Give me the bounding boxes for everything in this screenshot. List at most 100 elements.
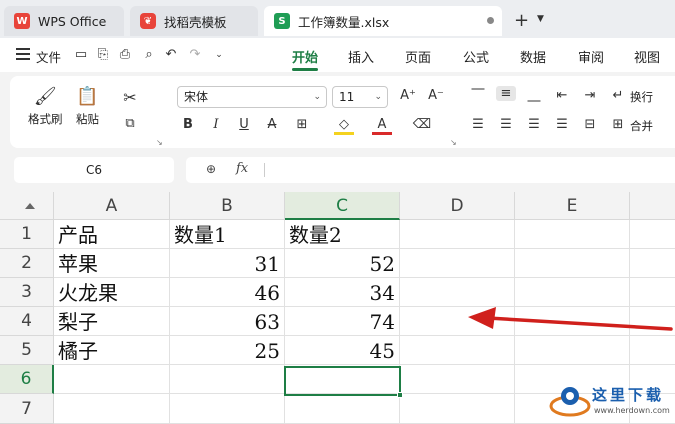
menu-item-review[interactable]: 审阅 xyxy=(578,47,604,66)
cell-e2[interactable] xyxy=(515,249,630,278)
fill-color-icon[interactable]: ◇ xyxy=(334,117,354,135)
tab-close-icon[interactable] xyxy=(487,17,494,24)
align-left-icon[interactable]: ☰ xyxy=(468,117,488,132)
format-painter-button[interactable]: 🖌 格式刷 xyxy=(28,86,63,127)
paste-button[interactable]: 📋 粘贴 xyxy=(76,86,99,127)
tab-daoke-templates[interactable]: ❦ 找稻壳模板 xyxy=(130,6,258,36)
column-header-c[interactable]: C xyxy=(285,192,400,220)
zoom-search-icon[interactable]: ⊕ xyxy=(206,162,216,176)
cell-d3[interactable] xyxy=(400,278,515,307)
print-icon[interactable]: ⎙ xyxy=(116,46,134,64)
tab-wps-office[interactable]: W WPS Office xyxy=(4,6,124,36)
cell-c5[interactable]: 45 xyxy=(285,336,400,365)
row-header-7[interactable]: 7 xyxy=(0,394,54,424)
cell-d1[interactable] xyxy=(400,220,515,249)
print-preview-icon[interactable]: ⌕ xyxy=(140,46,158,64)
column-header-e[interactable]: E xyxy=(515,192,630,220)
hamburger-menu-icon[interactable] xyxy=(16,48,30,60)
cell-b5[interactable]: 25 xyxy=(170,336,285,365)
copy-icon[interactable]: ⧉ xyxy=(120,116,140,131)
cell-c4[interactable]: 74 xyxy=(285,307,400,336)
cell-a3[interactable]: 火龙果 xyxy=(54,278,170,307)
increase-indent-icon[interactable]: ⇥ xyxy=(580,88,600,103)
cell-e5[interactable] xyxy=(515,336,630,365)
column-header-d[interactable]: D xyxy=(400,192,515,220)
menu-item-data[interactable]: 数据 xyxy=(520,47,546,66)
cell-a2[interactable]: 苹果 xyxy=(54,249,170,278)
cell-b1[interactable]: 数量1 xyxy=(170,220,285,249)
distributed-icon[interactable]: ⊟ xyxy=(580,117,600,132)
name-box[interactable]: C6 xyxy=(14,157,174,183)
font-name-select[interactable]: 宋体 ⌄ xyxy=(177,86,327,108)
menu-item-view[interactable]: 视图 xyxy=(634,47,660,66)
redo-icon[interactable]: ↷ xyxy=(186,46,204,64)
cell-c2[interactable]: 52 xyxy=(285,249,400,278)
undo-icon[interactable]: ↶ xyxy=(162,46,180,64)
justify-icon[interactable]: ☰ xyxy=(552,117,572,132)
cell-e3[interactable] xyxy=(515,278,630,307)
merge-label[interactable]: 合并 xyxy=(630,118,653,134)
export-icon[interactable]: ⎘ xyxy=(94,46,112,64)
column-header-a[interactable]: A xyxy=(54,192,170,220)
cell-a4[interactable]: 梨子 xyxy=(54,307,170,336)
cell-b2[interactable]: 31 xyxy=(170,249,285,278)
cell-f1[interactable] xyxy=(630,220,675,249)
row-header-3[interactable]: 3 xyxy=(0,278,54,307)
align-center-icon[interactable]: ☰ xyxy=(496,117,516,132)
align-bottom-icon[interactable]: ⎽ xyxy=(524,88,544,103)
font-size-select[interactable]: 11 ⌄ xyxy=(332,86,388,108)
cell-f4[interactable] xyxy=(630,307,675,336)
cut-icon[interactable]: ✂ xyxy=(120,88,140,107)
cell-c3[interactable]: 34 xyxy=(285,278,400,307)
cell-d4[interactable] xyxy=(400,307,515,336)
select-all-button[interactable] xyxy=(0,192,54,220)
cell-e4[interactable] xyxy=(515,307,630,336)
align-middle-icon[interactable]: ≡ xyxy=(496,86,516,101)
cell-d7[interactable] xyxy=(400,394,515,424)
merge-icon[interactable]: ⊞ xyxy=(608,117,628,132)
underline-icon[interactable]: U xyxy=(234,117,254,132)
cell-a7[interactable] xyxy=(54,394,170,424)
cell-b3[interactable]: 46 xyxy=(170,278,285,307)
fx-icon[interactable]: fx xyxy=(236,161,248,176)
save-icon[interactable]: ▭ xyxy=(72,46,90,64)
active-cell-c6[interactable] xyxy=(284,366,403,398)
cell-f2[interactable] xyxy=(630,249,675,278)
italic-icon[interactable]: I xyxy=(206,117,226,132)
decrease-indent-icon[interactable]: ⇤ xyxy=(552,88,572,103)
decrease-font-icon[interactable]: A⁻ xyxy=(426,88,446,103)
font-color-icon[interactable]: A xyxy=(372,117,392,135)
align-top-icon[interactable]: ⎺ xyxy=(468,88,488,103)
formula-input[interactable]: ⊕ fx xyxy=(186,157,675,183)
bold-icon[interactable]: B xyxy=(178,117,198,132)
chevron-down-icon[interactable]: ⌄ xyxy=(210,46,228,64)
strikethrough-icon[interactable]: A xyxy=(262,117,282,132)
clear-format-icon[interactable]: ⌫ xyxy=(412,117,432,132)
cell-b6[interactable] xyxy=(170,365,285,394)
cell-d2[interactable] xyxy=(400,249,515,278)
row-header-4[interactable]: 4 xyxy=(0,307,54,336)
column-header-b[interactable]: B xyxy=(170,192,285,220)
cell-c1[interactable]: 数量2 xyxy=(285,220,400,249)
new-tab-icon[interactable]: + xyxy=(514,10,529,31)
menu-item-formula[interactable]: 公式 xyxy=(463,47,489,66)
wrap-text-icon[interactable]: ↵ xyxy=(608,88,628,103)
increase-font-icon[interactable]: A⁺ xyxy=(398,88,418,103)
cell-d5[interactable] xyxy=(400,336,515,365)
cell-d6[interactable] xyxy=(400,365,515,394)
borders-icon[interactable]: ⊞ xyxy=(292,117,312,132)
chevron-down-icon[interactable]: ▼ xyxy=(537,14,544,24)
cell-b7[interactable] xyxy=(170,394,285,424)
align-right-icon[interactable]: ☰ xyxy=(524,117,544,132)
cell-c7[interactable] xyxy=(285,394,400,424)
font-launcher-icon[interactable]: ↘ xyxy=(450,138,457,147)
cell-a5[interactable]: 橘子 xyxy=(54,336,170,365)
row-header-2[interactable]: 2 xyxy=(0,249,54,278)
cell-e1[interactable] xyxy=(515,220,630,249)
fill-handle[interactable] xyxy=(397,392,403,398)
menu-item-home[interactable]: 开始 xyxy=(292,47,318,66)
row-header-6[interactable]: 6 xyxy=(0,365,54,394)
cell-b4[interactable]: 63 xyxy=(170,307,285,336)
file-menu[interactable]: 文件 xyxy=(36,47,61,66)
tab-workbook[interactable]: S 工作簿数量.xlsx xyxy=(264,6,502,36)
